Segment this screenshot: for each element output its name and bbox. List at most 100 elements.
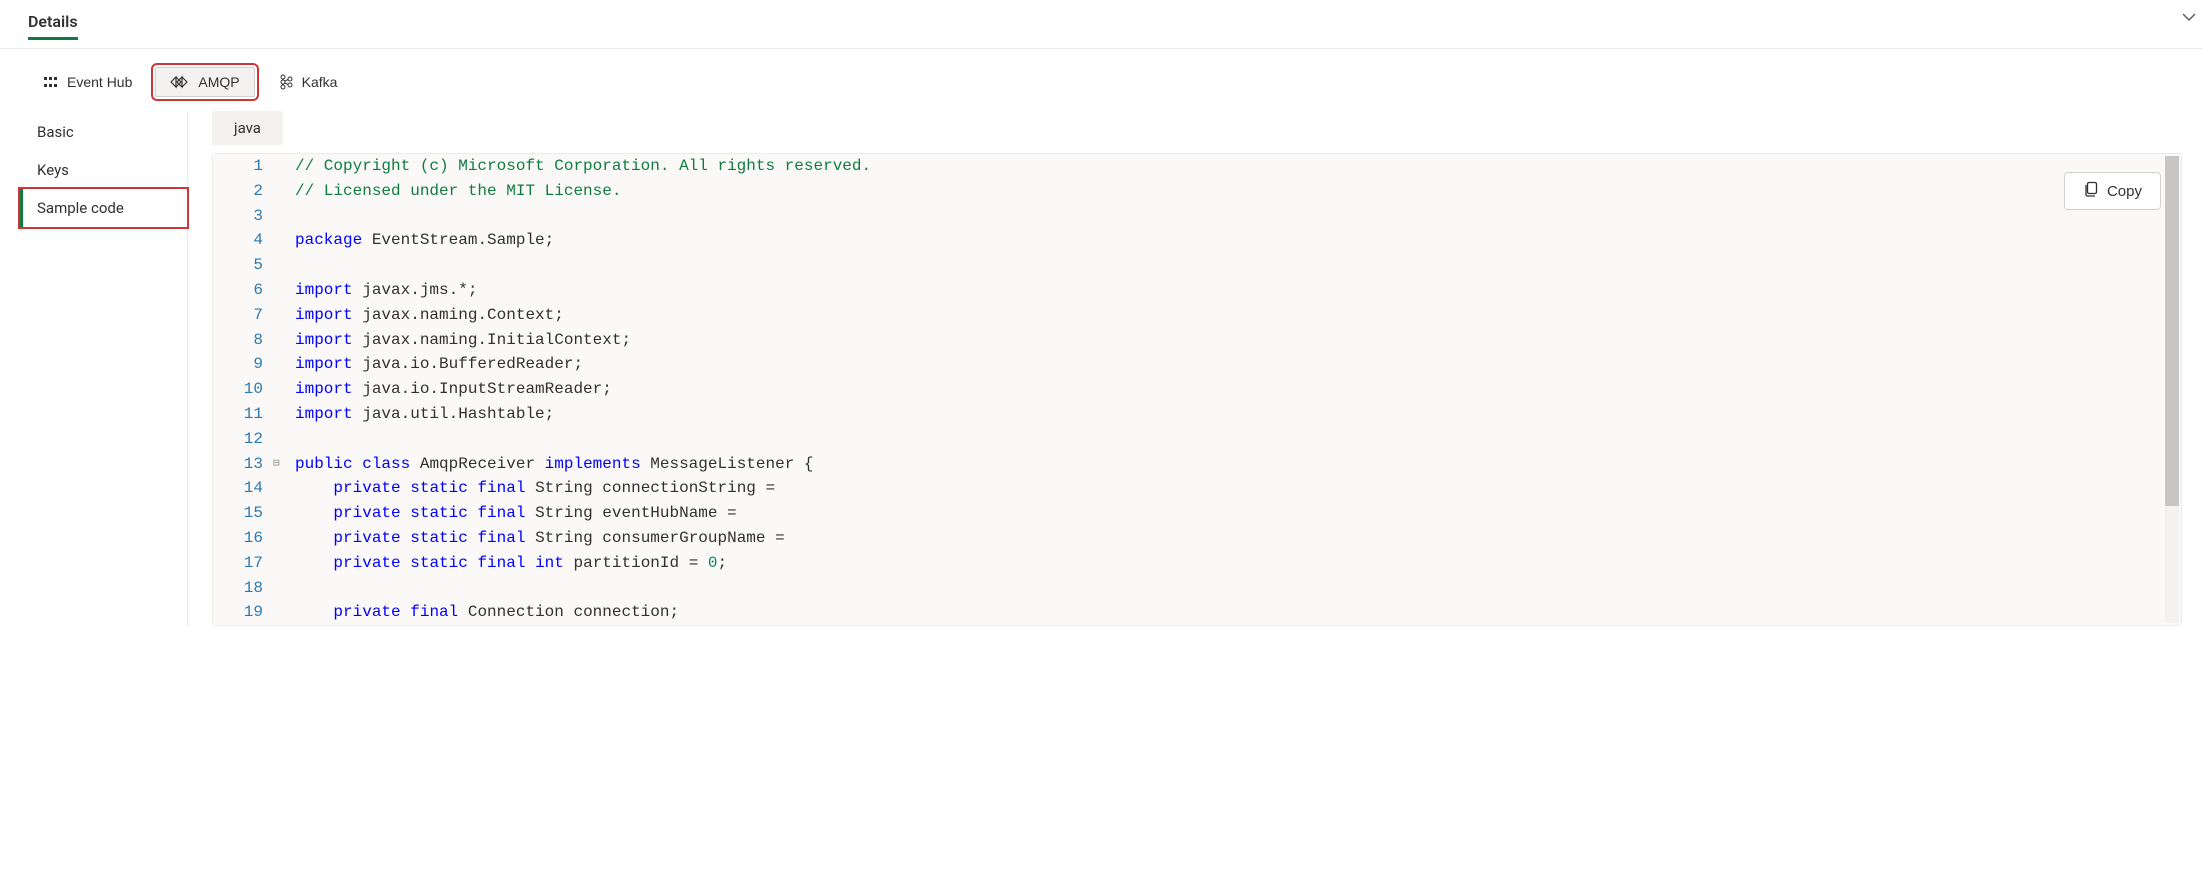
code-line: 13⊟public class AmqpReceiver implements … — [213, 452, 2181, 477]
line-number: 11 — [213, 402, 273, 427]
code-scroll[interactable]: 1// Copyright (c) Microsoft Corporation.… — [213, 154, 2181, 625]
fold-gutter — [273, 402, 291, 427]
code-content[interactable]: import java.io.BufferedReader; — [291, 352, 2181, 377]
code-line: 8 import javax.naming.InitialContext; — [213, 328, 2181, 353]
line-number: 16 — [213, 526, 273, 551]
code-content[interactable]: private final Connection connection; — [291, 600, 2181, 625]
line-number: 9 — [213, 352, 273, 377]
side-nav-sample-code[interactable]: Sample code — [20, 189, 187, 227]
line-number: 18 — [213, 576, 273, 601]
side-nav-label: Basic — [37, 123, 74, 141]
code-content[interactable]: import javax.naming.Context; — [291, 303, 2181, 328]
code-line: 14 private static final String connectio… — [213, 476, 2181, 501]
fold-gutter — [273, 427, 291, 452]
fold-gutter — [273, 476, 291, 501]
copy-label: Copy — [2107, 183, 2142, 200]
line-number: 6 — [213, 278, 273, 303]
scrollbar-track[interactable] — [2165, 156, 2179, 623]
code-content[interactable]: private static final String eventHubName… — [291, 501, 2181, 526]
code-line: 7import javax.naming.Context; — [213, 303, 2181, 328]
protocol-tabs: Event Hub AMQP Kafka — [0, 49, 2202, 111]
scrollbar-thumb[interactable] — [2165, 156, 2179, 506]
amqp-icon — [170, 75, 190, 89]
fold-gutter — [273, 154, 291, 179]
code-line: 3 — [213, 204, 2181, 229]
line-number: 14 — [213, 476, 273, 501]
code-line: 16 private static final String consumerG… — [213, 526, 2181, 551]
details-header: Details — [0, 0, 2202, 49]
line-number: 10 — [213, 377, 273, 402]
code-line: 15 private static final String eventHubN… — [213, 501, 2181, 526]
line-number: 8 — [213, 328, 273, 353]
content-area: java Copy 1// Copyright (c) Microsoft Co… — [188, 111, 2182, 626]
code-content[interactable]: private static final String consumerGrou… — [291, 526, 2181, 551]
code-content[interactable] — [291, 576, 2181, 601]
fold-gutter — [273, 352, 291, 377]
code-line: 6 import javax.jms.*; — [213, 278, 2181, 303]
side-nav-label: Sample code — [37, 199, 124, 217]
code-line: 17 private static final int partitionId … — [213, 551, 2181, 576]
line-number: 12 — [213, 427, 273, 452]
code-line: 2 // Licensed under the MIT License. — [213, 179, 2181, 204]
code-content[interactable] — [291, 204, 2181, 229]
code-content[interactable]: // Copyright (c) Microsoft Corporation. … — [291, 154, 2181, 179]
kafka-icon — [278, 74, 294, 90]
code-content[interactable]: import java.util.Hashtable; — [291, 402, 2181, 427]
code-line: 19 private final Connection connection; — [213, 600, 2181, 625]
code-content[interactable] — [291, 427, 2181, 452]
line-number: 4 — [213, 228, 273, 253]
tab-label: AMQP — [198, 74, 239, 90]
chevron-down-icon[interactable] — [2182, 10, 2196, 28]
fold-gutter — [273, 551, 291, 576]
code-line: 12 — [213, 427, 2181, 452]
fold-gutter — [273, 228, 291, 253]
code-content[interactable]: // Licensed under the MIT License. — [291, 179, 2181, 204]
fold-gutter — [273, 328, 291, 353]
fold-gutter — [273, 501, 291, 526]
code-line: 5 — [213, 253, 2181, 278]
line-number: 13 — [213, 452, 273, 477]
copy-button[interactable]: Copy — [2064, 172, 2161, 210]
line-number: 3 — [213, 204, 273, 229]
code-content[interactable]: import javax.naming.InitialContext; — [291, 328, 2181, 353]
fold-gutter — [273, 526, 291, 551]
code-table: 1// Copyright (c) Microsoft Corporation.… — [213, 154, 2181, 625]
fold-gutter — [273, 278, 291, 303]
details-title[interactable]: Details — [28, 12, 78, 40]
code-container: Copy 1// Copyright (c) Microsoft Corpora… — [212, 153, 2182, 626]
code-line: 11 import java.util.Hashtable; — [213, 402, 2181, 427]
code-content[interactable] — [291, 253, 2181, 278]
fold-gutter — [273, 600, 291, 625]
line-number: 2 — [213, 179, 273, 204]
code-content[interactable]: import java.io.InputStreamReader; — [291, 377, 2181, 402]
fold-gutter — [273, 303, 291, 328]
eventhub-icon — [43, 74, 59, 90]
line-number: 19 — [213, 600, 273, 625]
code-content[interactable]: private static final int partitionId = 0… — [291, 551, 2181, 576]
line-number: 5 — [213, 253, 273, 278]
protocol-tab-kafka[interactable]: Kafka — [263, 67, 353, 97]
code-content[interactable]: import javax.jms.*; — [291, 278, 2181, 303]
main-area: Basic Keys Sample code java Copy 1// Cop… — [0, 111, 2202, 636]
line-number: 15 — [213, 501, 273, 526]
tab-label: Event Hub — [67, 74, 132, 90]
language-chip[interactable]: java — [212, 111, 283, 145]
fold-gutter[interactable]: ⊟ — [273, 452, 291, 477]
fold-gutter — [273, 576, 291, 601]
code-line: 1// Copyright (c) Microsoft Corporation.… — [213, 154, 2181, 179]
code-line: 18 — [213, 576, 2181, 601]
tab-label: Kafka — [302, 74, 338, 90]
side-nav-keys[interactable]: Keys — [20, 151, 187, 189]
code-content[interactable]: private static final String connectionSt… — [291, 476, 2181, 501]
side-nav-basic[interactable]: Basic — [20, 113, 187, 151]
code-line: 9 import java.io.BufferedReader; — [213, 352, 2181, 377]
code-content[interactable]: public class AmqpReceiver implements Mes… — [291, 452, 2181, 477]
fold-gutter — [273, 179, 291, 204]
fold-gutter — [273, 253, 291, 278]
code-content[interactable]: package EventStream.Sample; — [291, 228, 2181, 253]
fold-gutter — [273, 204, 291, 229]
protocol-tab-amqp[interactable]: AMQP — [155, 67, 254, 97]
protocol-tab-eventhub[interactable]: Event Hub — [28, 67, 147, 97]
line-number: 17 — [213, 551, 273, 576]
code-line: 10 import java.io.InputStreamReader; — [213, 377, 2181, 402]
